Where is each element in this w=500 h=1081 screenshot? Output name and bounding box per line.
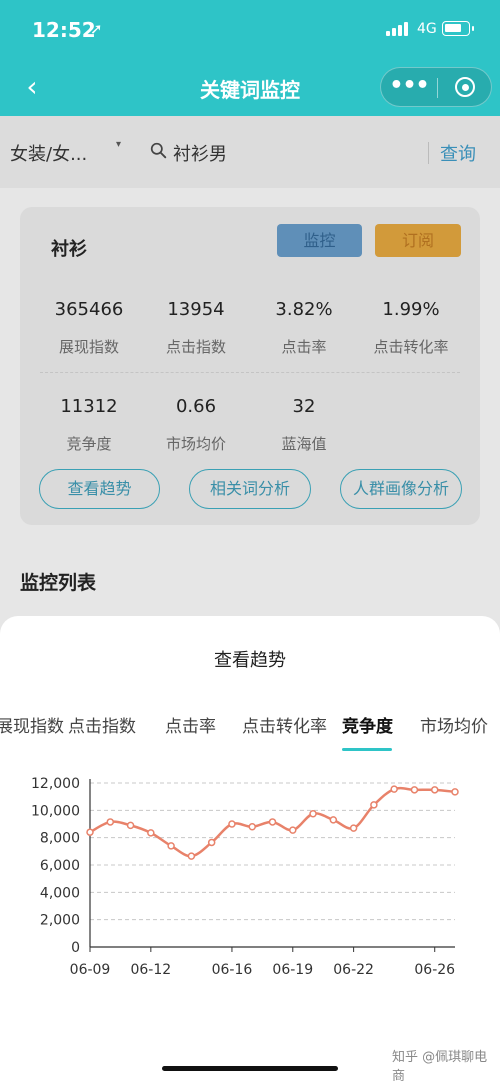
y-tick-label: 6,000: [40, 858, 80, 874]
stat-competition: 11312 竞争度: [34, 396, 144, 454]
data-point: [167, 842, 175, 850]
home-indicator: [162, 1066, 338, 1071]
tab-click-index[interactable]: 点击指数: [68, 712, 136, 737]
battery-icon: [442, 21, 474, 36]
search-bar: 女装/女... ▾ 衬衫男 查询: [0, 116, 500, 188]
stat-market-price: 0.66 市场均价: [141, 396, 251, 454]
query-button[interactable]: 查询: [440, 140, 476, 166]
watermark: 知乎 @佩琪聊电商: [392, 1050, 488, 1081]
cellular-signal-icon: [386, 22, 412, 36]
x-tick-label: 06-09: [70, 962, 111, 978]
stat-value: 32: [292, 396, 316, 417]
stat-label: 点击率: [281, 338, 327, 356]
card-divider: [40, 372, 460, 373]
data-point: [228, 820, 236, 828]
tab-conversion-rate[interactable]: 点击转化率: [242, 712, 327, 737]
keyword-card: 衬衫 监控 订阅 365466 展现指数 13954 点击指数 3.82% 点击…: [20, 207, 480, 525]
data-point: [289, 826, 297, 834]
tab-impression-index[interactable]: 展现指数: [0, 712, 64, 737]
data-point: [451, 788, 459, 796]
data-point: [106, 818, 115, 826]
more-dots-icon: •••: [389, 73, 429, 98]
stat-value: 0.66: [175, 396, 217, 417]
status-time: 12:52: [32, 18, 96, 42]
related-words-button[interactable]: 相关词分析: [189, 469, 311, 509]
data-point: [126, 821, 135, 830]
y-tick-label: 0: [71, 940, 80, 956]
tab-click-rate[interactable]: 点击率: [165, 712, 216, 737]
x-tick-label: 06-12: [130, 962, 171, 978]
tab-competition[interactable]: 竞争度: [342, 712, 393, 737]
stat-label: 点击转化率: [373, 338, 449, 356]
tab-market-price[interactable]: 市场均价: [420, 712, 488, 737]
capsule-divider: [437, 78, 438, 98]
data-point: [410, 786, 419, 794]
sheet-title: 查看趋势: [214, 650, 286, 671]
network-type: 4G: [417, 21, 437, 37]
stat-value: 13954: [167, 299, 225, 320]
stat-click-rate: 3.82% 点击率: [249, 299, 359, 357]
competition-trend-chart: 0 2,000 4,000 6,000 8,000 10,000 12,000 06-09 06…: [31, 776, 459, 978]
data-point: [268, 818, 277, 826]
view-trend-button[interactable]: 查看趋势: [39, 469, 160, 509]
stat-label: 点击指数: [165, 338, 226, 356]
data-point: [370, 801, 378, 809]
data-point: [309, 810, 317, 818]
more-button[interactable]: •••: [381, 68, 437, 106]
data-point: [329, 816, 338, 824]
stat-value: 11312: [60, 396, 118, 417]
stat-value: 1.99%: [382, 299, 440, 320]
y-tick-label: 8,000: [40, 831, 80, 847]
query-divider: [428, 142, 429, 164]
data-point: [86, 828, 94, 836]
stat-impression-index: 365466 展现指数: [34, 299, 144, 357]
stat-value: 3.82%: [275, 299, 333, 320]
y-tick-label: 12,000: [31, 776, 80, 792]
data-point: [207, 838, 216, 847]
keyword-title: 衬衫: [51, 239, 87, 260]
y-tick-label: 4,000: [40, 885, 80, 901]
monitor-button[interactable]: 监控: [277, 224, 362, 257]
trend-bottom-sheet: 查看趋势 展现指数 点击指数 点击率 点击转化率 竞争度 市场均价 0 2,000…: [0, 616, 500, 1081]
stat-conversion-rate: 1.99% 点击转化率: [356, 299, 466, 357]
active-tab-indicator: [342, 748, 392, 751]
x-tick-label: 06-16: [212, 962, 253, 978]
stat-label: 市场均价: [165, 435, 226, 453]
category-select[interactable]: 女装/女...: [10, 140, 87, 166]
subscribe-button[interactable]: 订阅: [375, 224, 461, 257]
caret-down-icon: ▾: [116, 139, 122, 150]
stat-label: 竞争度: [66, 435, 112, 453]
search-icon: [150, 142, 167, 159]
data-point: [349, 824, 358, 832]
stat-label: 蓝海值: [281, 435, 327, 453]
x-tick-label: 06-19: [272, 962, 313, 978]
data-point: [430, 786, 439, 794]
nav-bar: ‹ 关键词监控 •••: [0, 60, 500, 116]
y-tick-label: 10,000: [31, 803, 80, 819]
data-point: [147, 829, 155, 837]
data-point: [248, 822, 256, 831]
monitor-list-title: 监控列表: [20, 572, 97, 594]
mini-program-capsule: •••: [380, 67, 492, 107]
stat-click-index: 13954 点击指数: [141, 299, 251, 357]
close-mini-program-button[interactable]: [439, 68, 493, 106]
stat-value: 365466: [54, 299, 124, 320]
data-point: [187, 852, 196, 860]
x-tick-label: 06-22: [333, 962, 374, 978]
x-tick-label: 06-26: [414, 962, 455, 978]
metric-tabs: 展现指数 点击指数 点击率 点击转化率 竞争度 市场均价: [0, 712, 500, 752]
target-dot: [461, 83, 469, 91]
data-point: [390, 785, 398, 793]
location-arrow-icon: ➚: [90, 20, 103, 38]
y-tick-label: 2,000: [40, 913, 80, 929]
stat-label: 展现指数: [58, 338, 119, 356]
stat-blue-ocean: 32 蓝海值: [249, 396, 359, 454]
status-bar: 12:52 ➚ 4G: [0, 0, 500, 60]
audience-profile-button[interactable]: 人群画像分析: [340, 469, 462, 509]
search-input[interactable]: 衬衫男: [173, 140, 227, 166]
